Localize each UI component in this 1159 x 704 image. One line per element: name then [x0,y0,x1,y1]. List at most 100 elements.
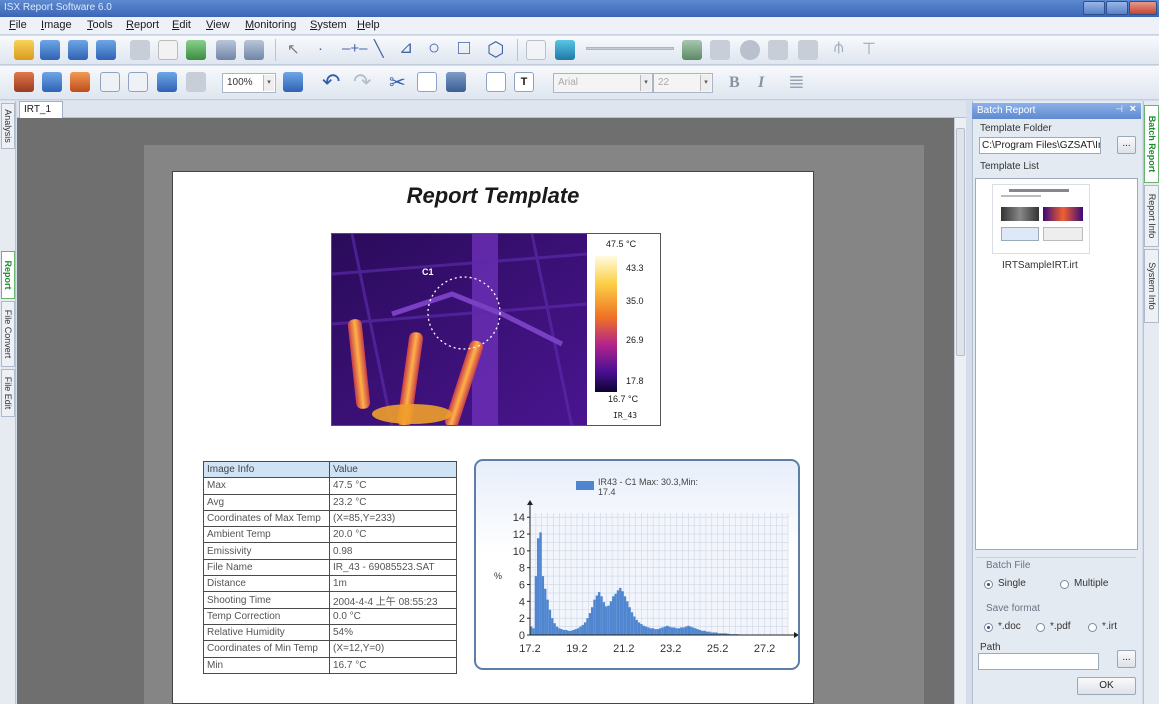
table-row[interactable]: Coordinates of Max Temp (X=85,Y=233) [203,509,457,528]
record-icon[interactable] [740,40,760,60]
close-button[interactable] [1129,1,1157,15]
opacity-slider[interactable] [586,47,674,50]
camera-icon[interactable] [768,40,788,60]
copy-icon[interactable] [417,72,437,92]
image-adjust-icon[interactable] [682,40,702,60]
panel-close-icon[interactable]: × [1130,103,1136,115]
polygon-tool-icon[interactable]: ⬡ [487,37,504,62]
menu-system[interactable]: System [310,19,347,31]
tab-batch-report[interactable]: Batch Report [1144,105,1159,183]
tab-analysis[interactable]: Analysis [1,103,15,149]
rectangle-tool-icon[interactable]: □ [458,37,470,60]
redo-icon[interactable]: ↷ [353,69,371,95]
row-label-cell[interactable]: Avg [203,493,330,511]
undo-icon[interactable]: ↶ [322,69,340,95]
thermal-image-icon[interactable] [70,72,90,92]
menu-image[interactable]: Image [41,19,72,31]
network-icon[interactable]: ⊤ [862,39,876,59]
scroll-thumb[interactable] [956,128,965,356]
save-icon[interactable] [40,40,60,60]
export-icon[interactable] [186,40,206,60]
open-folder-icon[interactable] [14,40,34,60]
zoom-select[interactable]: 100% ▾ [222,73,276,93]
maximize-button[interactable] [1106,1,1128,15]
menu-view[interactable]: View [206,19,230,31]
menu-monitoring[interactable]: Monitoring [245,19,296,31]
table-row[interactable]: File Name IR_43 - 69085523.SAT [203,558,457,577]
report-icon[interactable] [14,72,34,92]
grid-icon[interactable] [486,72,506,92]
angle-tool-icon[interactable]: ⊿ [399,38,413,58]
row-value-cell[interactable]: 0.0 °C [329,607,457,625]
doc-format-label[interactable]: *.doc [998,621,1021,632]
row-label-cell[interactable]: Distance [203,575,330,593]
row-value-cell[interactable]: (X=85,Y=233) [329,509,457,528]
font-select[interactable]: Arial ▾ [553,73,653,93]
cut-icon[interactable]: ✂ [389,70,406,95]
pin-icon[interactable]: ⊣ [1115,104,1123,115]
point-tool-icon[interactable]: · [318,40,323,57]
new-page-icon[interactable] [158,40,178,60]
histogram-chart[interactable]: 0 2 4 6 8 10 12 14 17.2 19.2 21.2 23.2 25.2 27.2% IR43… [474,459,800,670]
menu-help[interactable]: Help [357,19,380,31]
snapshot-icon[interactable] [798,40,818,60]
row-label-cell[interactable]: Coordinates of Max Temp [203,509,330,528]
text-icon[interactable]: T [514,72,534,92]
save-as-icon[interactable] [68,40,88,60]
thermal-image[interactable]: C1 47.5 °C 43.3 35.0 26.9 17.8 16.7 °C I… [331,233,661,426]
line-chart-icon[interactable] [526,40,546,60]
row-label-cell[interactable]: File Name [203,558,330,577]
row-label-cell[interactable]: Emissivity [203,542,330,560]
row-label-cell[interactable]: Coordinates of Min Temp [203,640,330,658]
pointer-icon[interactable]: ↖ [287,40,300,58]
palette-icon[interactable] [555,40,575,60]
ok-button[interactable]: OK [1077,677,1136,695]
row-label-cell[interactable]: Ambient Temp [203,526,330,544]
row-value-cell[interactable]: 2004-4-4 上午 08:55:23 [329,591,457,609]
template-item-label[interactable]: IRTSampleIRT.irt [1002,260,1078,271]
circle-tool-icon[interactable]: ○ [428,37,440,60]
menu-report[interactable]: Report [126,19,159,31]
row-label-cell[interactable]: Relative Humidity [203,623,330,642]
align-icon[interactable]: ≣ [788,69,805,94]
row-label-cell[interactable]: Temp Correction [203,607,330,625]
table-row[interactable]: Ambient Temp 20.0 °C [203,526,457,544]
table-row[interactable]: Relative Humidity 54% [203,623,457,642]
row-value-cell[interactable]: 20.0 °C [329,526,457,544]
usb-icon[interactable]: ⫛ [834,39,844,57]
row-label-cell[interactable]: Min [203,656,330,674]
image-icon[interactable] [216,40,236,60]
italic-button[interactable]: I [758,74,764,92]
row-value-cell[interactable]: 54% [329,623,457,642]
pdf-format-label[interactable]: *.pdf [1050,621,1071,632]
document-tab[interactable]: IRT_1 × [19,101,63,125]
row-value-cell[interactable]: 1m [329,575,457,593]
zoom-icon[interactable] [283,72,303,92]
multiple-radio[interactable] [1060,580,1069,589]
table-row[interactable]: Temp Correction 0.0 °C [203,607,457,625]
row-value-cell[interactable]: (X=12,Y=0) [329,640,457,658]
browse-path-button[interactable]: ... [1117,650,1136,668]
chart-insert-icon[interactable] [128,72,148,92]
row-value-cell[interactable]: 0.98 [329,542,457,560]
menu-edit[interactable]: Edit [172,19,191,31]
comment-icon[interactable] [157,72,177,92]
browse-folder-button[interactable]: ... [1117,136,1136,154]
image-compare-icon[interactable] [244,40,264,60]
tab-report-info[interactable]: Report Info [1144,185,1159,247]
bold-button[interactable]: B [729,74,740,92]
row-value-cell[interactable]: IR_43 - 69085523.SAT [329,558,457,577]
header-cell[interactable]: Image Info [203,460,330,479]
font-size-select[interactable]: 22 ▾ [653,73,713,93]
row-value-cell[interactable]: 16.7 °C [329,656,457,674]
print-preview-icon[interactable] [130,40,150,60]
tab-file-convert[interactable]: File Convert [1,301,15,367]
single-radio[interactable] [984,580,993,589]
report-title[interactable]: Report Template [172,183,814,209]
row-value-cell[interactable]: 23.2 °C [329,493,457,511]
path-input[interactable] [978,653,1099,670]
row-value-cell[interactable]: 47.5 °C [329,477,457,495]
template-folder-input[interactable]: C:\Program Files\GZSAT\Ir [979,137,1101,154]
table-row[interactable]: Avg 23.2 °C [203,493,457,511]
header-cell[interactable]: Value [329,460,457,479]
